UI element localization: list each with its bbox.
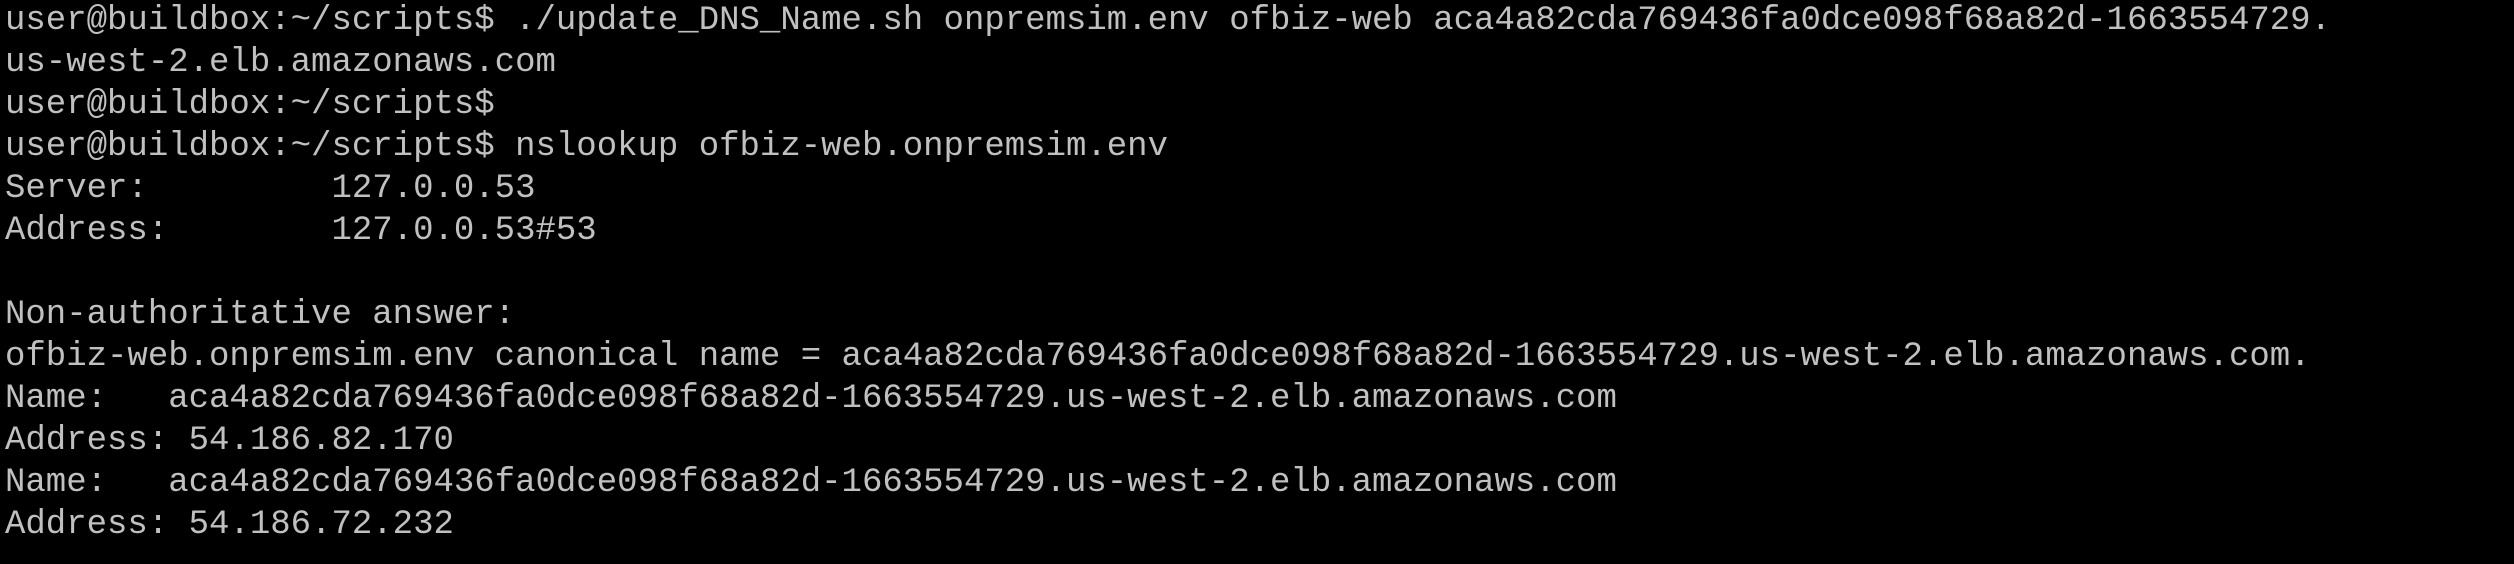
output-name-line: Name: aca4a82cda769436fa0dce098f68a82d-1… bbox=[5, 464, 1617, 502]
command-line-continuation: us-west-2.elb.amazonaws.com bbox=[5, 44, 556, 82]
terminal-window[interactable]: user@buildbox:~/scripts$ ./update_DNS_Na… bbox=[0, 0, 2514, 564]
output-server-line: Server: 127.0.0.53 bbox=[5, 170, 536, 208]
command-line-nslookup: user@buildbox:~/scripts$ nslookup ofbiz-… bbox=[5, 128, 1168, 166]
blank-output-line bbox=[5, 252, 2514, 294]
output-name-line: Name: aca4a82cda769436fa0dce098f68a82d-1… bbox=[5, 380, 1617, 418]
output-non-authoritative-line: Non-authoritative answer: bbox=[5, 296, 516, 334]
output-address-line: Address: 54.186.82.170 bbox=[5, 422, 454, 460]
output-canonical-name-line: ofbiz-web.onpremsim.env canonical name =… bbox=[5, 338, 2311, 376]
command-line-update-dns: user@buildbox:~/scripts$ ./update_DNS_Na… bbox=[5, 2, 2331, 40]
output-address-line: Address: 54.186.72.232 bbox=[5, 506, 454, 544]
shell-prompt-line: user@buildbox:~/scripts$ bbox=[5, 86, 495, 124]
output-server-address-line: Address: 127.0.0.53#53 bbox=[5, 212, 597, 250]
